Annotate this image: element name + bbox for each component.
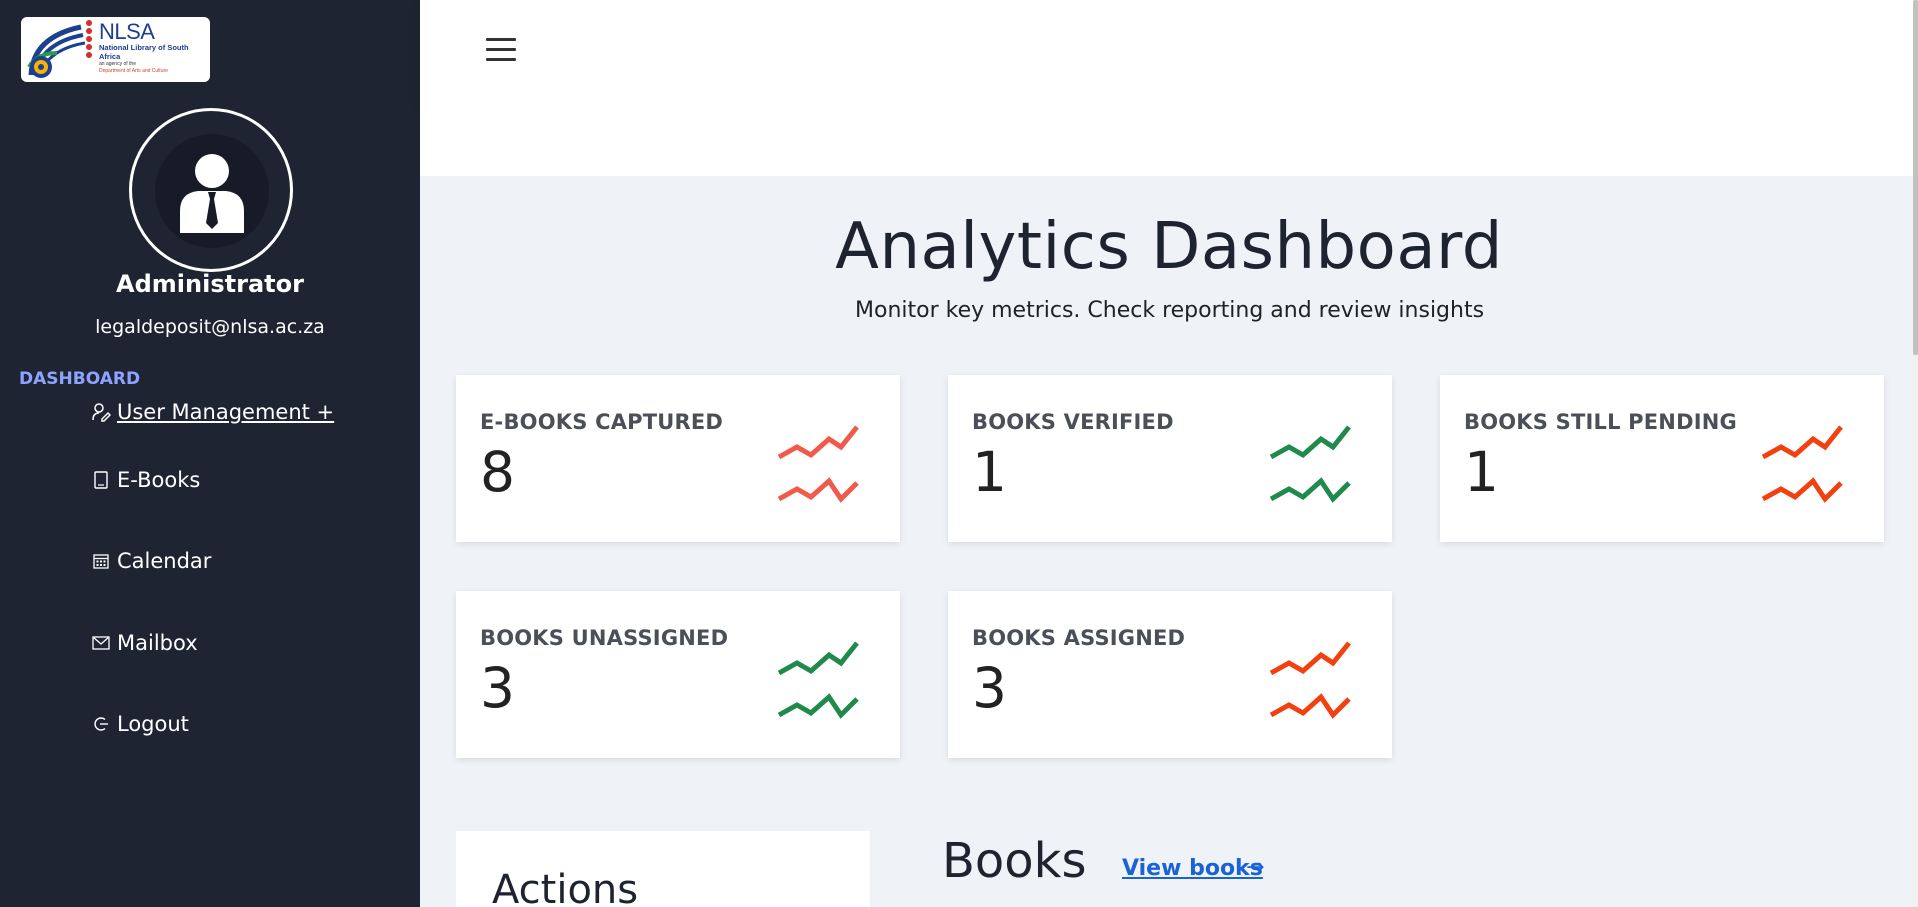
user-avatar-icon: [180, 154, 244, 233]
calendar-icon: [91, 551, 111, 571]
logo-department: Department of Arts and Culture: [99, 68, 168, 74]
sidebar-item-mailbox[interactable]: Mailbox: [91, 631, 198, 655]
trend-chart-icon: [1269, 425, 1351, 503]
book-icon: [91, 470, 111, 490]
actions-title: Actions: [492, 867, 639, 907]
stat-card-books-unassigned: BOOKS UNASSIGNED 3: [456, 591, 900, 758]
stat-card-books-assigned: BOOKS ASSIGNED 3: [948, 591, 1392, 758]
avatar: [129, 108, 293, 272]
avatar-background: [155, 134, 269, 248]
logo-subtitle: National Library of South Africa: [99, 43, 189, 61]
sidebar: NLSA National Library of South Africa an…: [0, 0, 420, 907]
stat-card-label: BOOKS ASSIGNED: [972, 626, 1186, 650]
logout-icon: [91, 714, 111, 734]
nlsa-logo[interactable]: NLSA National Library of South Africa an…: [21, 17, 210, 82]
sidebar-item-label: E-Books: [117, 468, 201, 492]
sidebar-item-ebooks[interactable]: E-Books: [91, 468, 200, 492]
stat-card-value: 3: [480, 656, 515, 720]
logo-text: NLSA National Library of South Africa an…: [99, 21, 210, 75]
sidebar-item-label: Calendar: [117, 549, 212, 573]
sidebar-item-calendar[interactable]: Calendar: [91, 549, 211, 573]
trend-chart-icon: [777, 425, 859, 503]
mail-icon: [91, 633, 111, 653]
books-section-title: Books: [942, 833, 1087, 889]
view-books-link[interactable]: View books: [1122, 856, 1263, 881]
nlsa-emblem-icon: [27, 20, 92, 78]
user-edit-icon: [91, 402, 111, 422]
stat-card-label: BOOKS UNASSIGNED: [480, 626, 729, 650]
trend-chart-icon: [777, 641, 859, 719]
scrollbar-thumb[interactable]: [1913, 0, 1918, 355]
logo-title: NLSA: [99, 19, 155, 44]
sidebar-item-user-management[interactable]: User Management +: [91, 400, 334, 424]
stat-card-value: 1: [972, 440, 1007, 504]
arrow-right-icon[interactable]: →: [1246, 855, 1264, 880]
stat-card-value: 1: [1464, 440, 1499, 504]
stat-card-books-verified: BOOKS VERIFIED 1: [948, 375, 1392, 542]
stat-card-value: 3: [972, 656, 1007, 720]
trend-chart-icon: [1761, 425, 1843, 503]
page-title: Analytics Dashboard: [835, 210, 1503, 284]
page-subtitle: Monitor key metrics. Check reporting and…: [855, 298, 1485, 323]
nav-section-dashboard[interactable]: DASHBOARD: [19, 369, 140, 389]
stat-card-ebooks-captured: E-BOOKS CAPTURED 8: [456, 375, 900, 542]
sidebar-item-logout[interactable]: Logout: [91, 712, 189, 736]
sidebar-item-label: Logout: [117, 712, 189, 736]
stat-card-value: 8: [480, 440, 515, 504]
user-name: Administrator: [116, 270, 304, 298]
trend-chart-icon: [1269, 641, 1351, 719]
hamburger-icon[interactable]: [486, 38, 516, 62]
user-email: legaldeposit@nlsa.ac.za: [95, 316, 325, 338]
stat-card-label: BOOKS STILL PENDING: [1464, 410, 1737, 434]
header-band: [420, 100, 1913, 176]
stat-card-label: E-BOOKS CAPTURED: [480, 410, 724, 434]
stat-card-books-pending: BOOKS STILL PENDING 1: [1440, 375, 1884, 542]
sidebar-item-label: User Management +: [117, 400, 335, 424]
stat-card-label: BOOKS VERIFIED: [972, 410, 1174, 434]
sidebar-item-label: Mailbox: [117, 631, 198, 655]
logo-agency-line: an agency of the: [99, 61, 136, 67]
actions-panel: Actions: [456, 831, 870, 907]
top-navbar: [420, 0, 1913, 100]
